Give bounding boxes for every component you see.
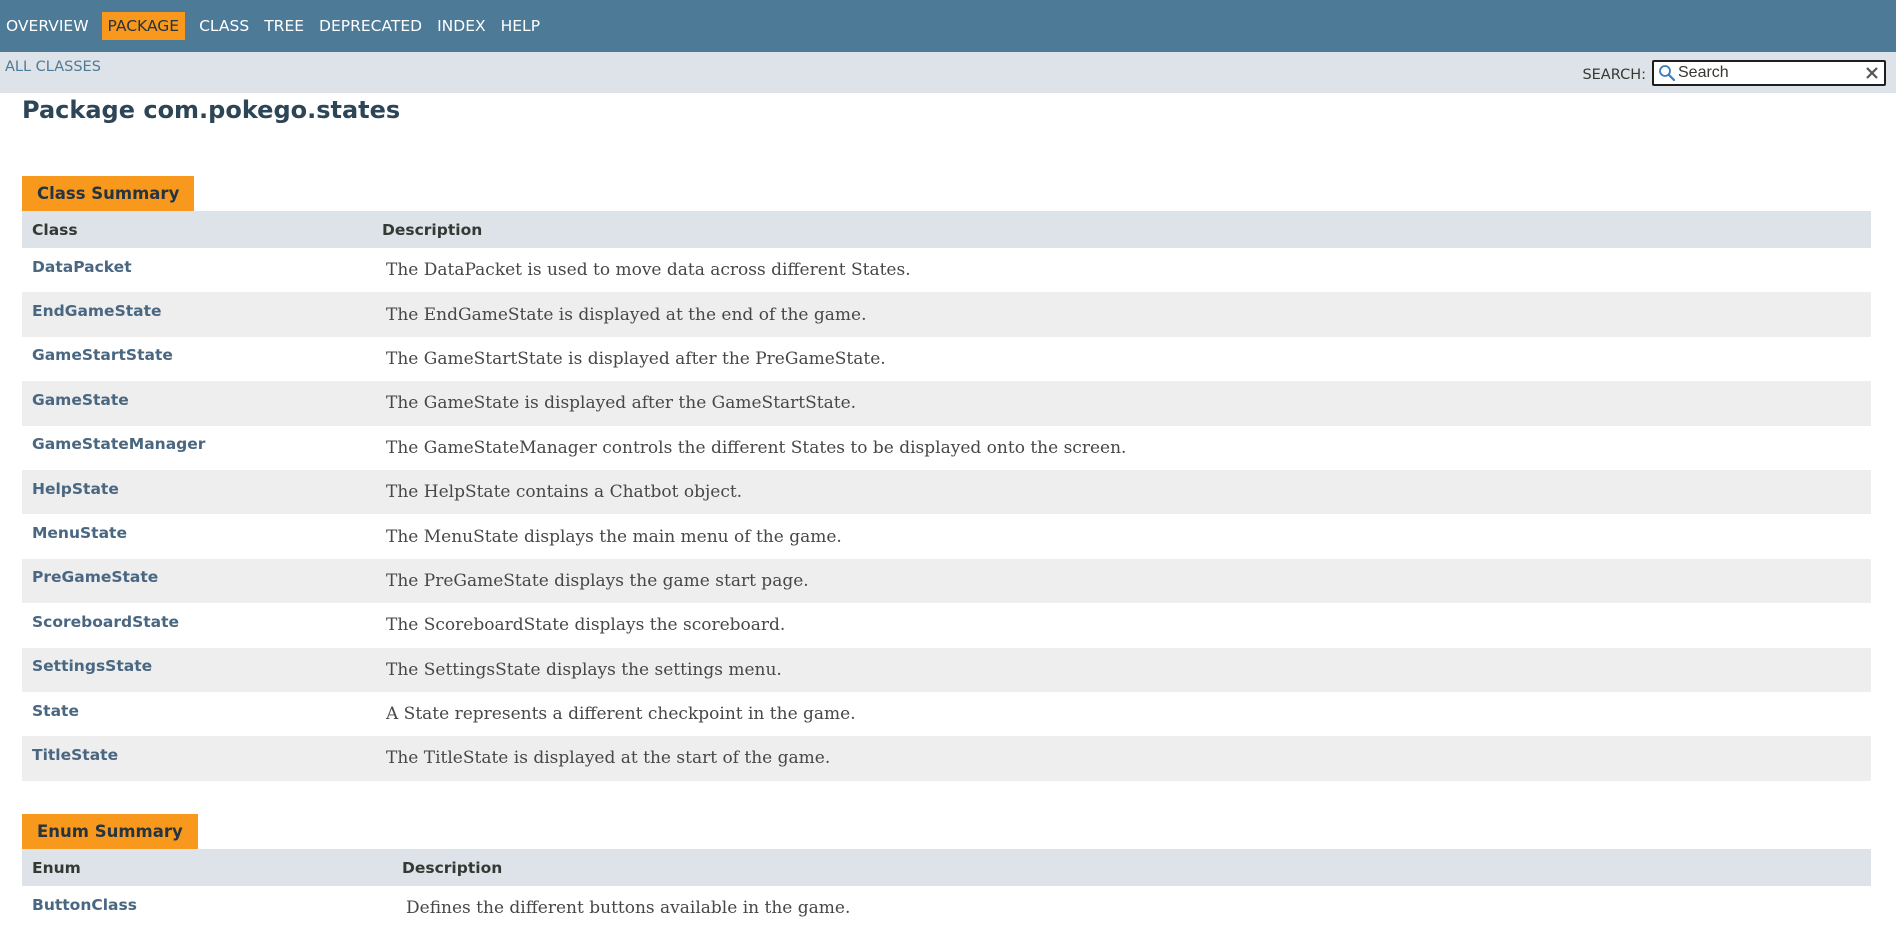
table-row: PreGameState The PreGameState displays th… <box>22 558 1871 604</box>
header-enum: Enum <box>32 858 81 877</box>
description-text: The GameStartState is displayed after th… <box>386 348 886 369</box>
class-link[interactable]: ScoreboardState <box>32 613 179 631</box>
table-row: EndGameState The EndGameState is displaye… <box>22 292 1871 337</box>
class-summary-table: Class Summary Class Description DataPack… <box>22 176 1871 781</box>
class-link[interactable]: State <box>32 702 79 720</box>
header-description: Description <box>402 858 503 877</box>
enum-summary-rows: ButtonClass Defines the different buttons… <box>22 886 1871 930</box>
description-cell: Defines the different buttons available … <box>402 898 1871 918</box>
name-cell: GameStateManager <box>22 435 382 457</box>
nav-class[interactable]: Class <box>193 12 255 40</box>
name-cell: PreGameState <box>22 568 382 590</box>
name-cell: EndGameState <box>22 302 382 324</box>
nav-links: Overview Package Class Tree Deprecated I… <box>0 12 549 40</box>
header-class: Class <box>32 220 78 239</box>
class-summary-caption: Class Summary <box>22 176 195 211</box>
description-cell: The DataPacket is used to move data acro… <box>382 260 1871 280</box>
nav-help[interactable]: Help <box>495 12 546 40</box>
search-box[interactable] <box>1652 60 1886 86</box>
description-cell: The SettingsState displays the settings … <box>382 660 1871 680</box>
nav-tree[interactable]: Tree <box>258 12 310 40</box>
name-cell: DataPacket <box>22 258 382 280</box>
name-cell: State <box>22 702 382 724</box>
header-description: Description <box>382 220 483 239</box>
class-link[interactable]: EndGameState <box>32 302 162 320</box>
name-cell: GameState <box>22 391 382 413</box>
nav-package[interactable]: Package <box>101 12 186 40</box>
top-navigation-bar: Overview Package Class Tree Deprecated I… <box>0 0 1896 52</box>
description-text: The MenuState displays the main menu of … <box>386 526 842 547</box>
class-link[interactable]: GameState <box>32 391 129 409</box>
class-summary-header: Class Description <box>22 211 1871 248</box>
enum-summary-table: Enum Summary Enum Description ButtonClas… <box>22 814 1871 930</box>
description-text: Defines the different buttons available … <box>406 898 851 919</box>
table-row: ScoreboardState The ScoreboardState displ… <box>22 603 1871 647</box>
description-text: A State represents a different checkpoin… <box>386 704 856 725</box>
class-link[interactable]: SettingsState <box>32 657 152 675</box>
table-row: MenuState The MenuState displays the main… <box>22 514 1871 558</box>
enum-summary-caption: Enum Summary <box>22 814 198 849</box>
enum-summary-header: Enum Description <box>22 849 1871 886</box>
description-cell: The TitleState is displayed at the start… <box>382 748 1871 768</box>
description-cell: The MenuState displays the main menu of … <box>382 527 1871 547</box>
nav-overview[interactable]: Overview <box>0 12 95 40</box>
description-cell: A State represents a different checkpoin… <box>382 704 1871 724</box>
page-title: Package com.pokego.states <box>22 96 401 124</box>
description-cell: The ScoreboardState displays the scorebo… <box>382 615 1871 635</box>
name-cell: MenuState <box>22 524 382 546</box>
table-row: DataPacket The DataPacket is used to move… <box>22 248 1871 292</box>
sub-navigation-bar: ALL CLASSES SEARCH: <box>0 52 1896 93</box>
name-cell: ButtonClass <box>22 896 402 918</box>
table-row: HelpState The HelpState contains a Chatbo… <box>22 469 1871 515</box>
class-link[interactable]: PreGameState <box>32 568 158 586</box>
class-link[interactable]: ButtonClass <box>32 896 137 914</box>
close-icon[interactable] <box>1864 65 1880 81</box>
table-row: ButtonClass Defines the different buttons… <box>22 886 1871 930</box>
class-link[interactable]: MenuState <box>32 524 127 542</box>
class-link[interactable]: TitleState <box>32 746 118 764</box>
class-link[interactable]: GameStartState <box>32 346 173 364</box>
name-cell: ScoreboardState <box>22 613 382 635</box>
table-row: SettingsState The SettingsState displays … <box>22 647 1871 692</box>
nav-deprecated[interactable]: Deprecated <box>313 12 428 40</box>
class-link[interactable]: HelpState <box>32 480 119 498</box>
description-text: The SettingsState displays the settings … <box>386 659 782 680</box>
table-row: GameStartState The GameStartState is disp… <box>22 337 1871 381</box>
description-cell: The GameStartState is displayed after th… <box>382 349 1871 369</box>
class-link[interactable]: DataPacket <box>32 258 132 276</box>
table-row: State A State represents a different chec… <box>22 692 1871 736</box>
table-row: GameStateManager The GameStateManager con… <box>22 426 1871 470</box>
description-text: The HelpState contains a Chatbot object. <box>386 482 743 503</box>
description-cell: The PreGameState displays the game start… <box>382 571 1871 591</box>
description-cell: The HelpState contains a Chatbot object. <box>382 482 1871 502</box>
description-text: The DataPacket is used to move data acro… <box>386 260 911 281</box>
description-text: The GameStateManager controls the differ… <box>386 437 1127 458</box>
table-row: GameState The GameState is displayed afte… <box>22 381 1871 426</box>
search-input[interactable] <box>1678 62 1848 84</box>
description-text: The ScoreboardState displays the scorebo… <box>386 615 786 636</box>
search-icon <box>1659 65 1676 82</box>
all-classes-link[interactable]: ALL CLASSES <box>5 59 101 75</box>
search-label: SEARCH: <box>1582 67 1646 83</box>
description-text: The TitleState is displayed at the start… <box>386 748 831 769</box>
description-text: The PreGameState displays the game start… <box>386 570 809 591</box>
description-cell: The EndGameState is displayed at the end… <box>382 305 1871 325</box>
name-cell: GameStartState <box>22 346 382 368</box>
class-link[interactable]: GameStateManager <box>32 435 205 453</box>
description-text: The EndGameState is displayed at the end… <box>386 304 867 325</box>
name-cell: HelpState <box>22 480 382 502</box>
description-text: The GameState is displayed after the Gam… <box>386 393 857 414</box>
nav-index[interactable]: Index <box>431 12 492 40</box>
description-cell: The GameState is displayed after the Gam… <box>382 393 1871 413</box>
description-cell: The GameStateManager controls the differ… <box>382 438 1871 458</box>
name-cell: SettingsState <box>22 657 382 679</box>
name-cell: TitleState <box>22 746 382 768</box>
table-row: TitleState The TitleState is displayed at… <box>22 736 1871 781</box>
class-summary-rows: DataPacket The DataPacket is used to move… <box>22 248 1871 781</box>
